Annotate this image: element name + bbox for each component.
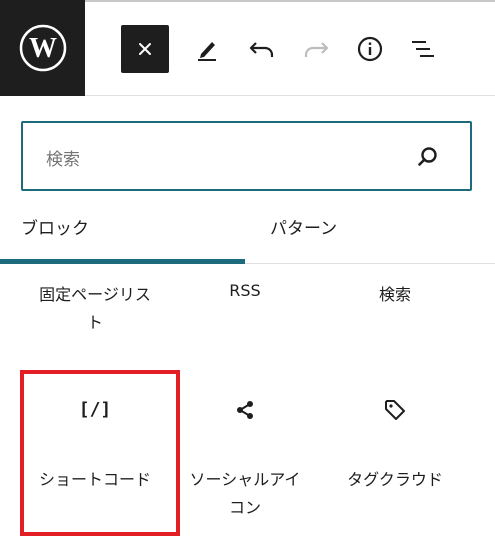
close-icon [139,43,151,55]
svg-text:W: W [29,33,57,64]
search-input[interactable]: 検索 [46,145,80,170]
block-label: RSS [229,281,261,300]
details-button[interactable] [346,25,394,73]
block-item-social-icons[interactable]: ソーシャルアイコン [165,395,325,522]
block-label: 検索 [378,285,411,304]
highlight-annotation [20,370,180,536]
block-label: タグクラウド [347,470,443,489]
share-icon [165,395,325,425]
tab-patterns[interactable]: パターン [270,214,337,239]
block-label: ソーシャルアイコン [189,470,301,517]
undo-button[interactable] [238,25,286,73]
search-icon [418,147,437,166]
redo-button[interactable] [292,25,340,73]
block-item-page-list[interactable]: 固定ページリスト [15,281,175,337]
undo-icon [249,42,274,57]
list-view-icon [412,41,434,57]
edit-tools-button[interactable] [183,25,231,73]
block-item-rss[interactable]: RSS [165,277,325,305]
block-item-search[interactable]: 検索 [315,281,475,309]
close-inserter-button[interactable] [121,25,169,73]
active-tab-indicator [0,259,245,264]
wordpress-icon: W [19,24,66,72]
block-search-field[interactable]: 検索 [21,121,472,191]
inserter-tabs: ブロック パターン [0,200,495,264]
block-label: 固定ページリスト [39,285,151,332]
wordpress-logo[interactable]: W [0,0,85,96]
pen-icon [198,42,216,61]
tab-blocks[interactable]: ブロック [21,214,89,239]
info-icon [357,36,383,62]
redo-icon [304,42,329,57]
header-toolbar: W [0,0,495,96]
tag-icon [315,395,475,425]
block-item-tag-cloud[interactable]: タグクラウド [315,395,475,494]
list-view-button[interactable] [400,25,448,73]
